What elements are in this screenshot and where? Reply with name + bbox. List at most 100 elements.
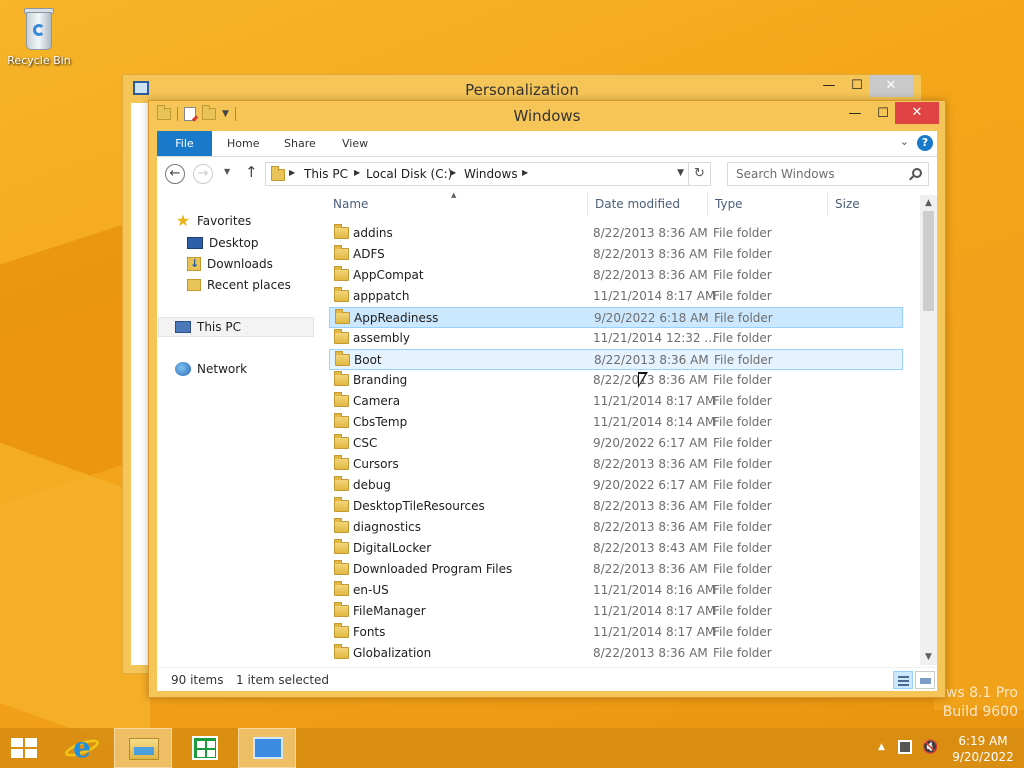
breadcrumb-separator-icon[interactable]: ▶ [354, 168, 360, 177]
file-date: 9/20/2022 6:18 AM [594, 311, 709, 325]
close-button[interactable]: ✕ [869, 75, 913, 97]
table-row[interactable]: AppCompat 8/22/2013 8:36 AM File folder [329, 265, 903, 286]
search-icon[interactable] [912, 168, 922, 178]
table-row[interactable]: Cursors 8/22/2013 8:36 AM File folder [329, 454, 903, 475]
file-type: File folder [713, 562, 772, 576]
address-field[interactable]: ▶ This PC ▶ Local Disk (C:) ▶ Windows ▶ … [265, 162, 689, 186]
taskbar-store[interactable] [176, 728, 234, 768]
show-hidden-icons-chevron-icon[interactable]: ▲ [878, 742, 885, 752]
recycle-bin-label: Recycle Bin [7, 54, 71, 67]
tab-view[interactable]: View [342, 131, 368, 156]
file-name: apppatch [353, 289, 410, 303]
table-row[interactable]: debug 9/20/2022 6:17 AM File folder [329, 475, 903, 496]
forward-button[interactable]: → [193, 164, 213, 184]
column-divider[interactable] [827, 193, 828, 215]
refresh-button[interactable]: ↻ [689, 162, 711, 186]
nav-favorites[interactable]: ★ Favorites [175, 211, 251, 231]
taskbar-file-explorer[interactable] [114, 728, 172, 768]
table-row[interactable]: Fonts 11/21/2014 8:17 AM File folder [329, 622, 903, 643]
explorer-window[interactable]: ▼ Windows — ☐ ✕ File Home Share View ⌄ ?… [148, 100, 946, 698]
table-row[interactable]: Branding 8/22/2013 8:36 AM File folder [329, 370, 903, 391]
nav-desktop[interactable]: Desktop [187, 233, 259, 253]
taskbar-personalization[interactable] [238, 728, 296, 768]
file-type: File folder [713, 520, 772, 534]
file-name: AppReadiness [354, 311, 439, 325]
recycle-bin-icon [22, 6, 56, 52]
file-type: File folder [713, 478, 772, 492]
breadcrumb-separator-icon[interactable]: ▶ [522, 168, 528, 177]
tab-file[interactable]: File [157, 131, 212, 156]
search-box[interactable] [727, 162, 929, 186]
nav-recent-places[interactable]: Recent places [187, 275, 291, 295]
up-button[interactable]: ↑ [245, 163, 258, 181]
details-view-button[interactable] [893, 671, 913, 689]
table-row[interactable]: apppatch 11/21/2014 8:17 AM File folder [329, 286, 903, 307]
personalization-titlebar[interactable]: Personalization — ☐ ✕ [123, 75, 921, 103]
tab-share[interactable]: Share [284, 131, 316, 156]
address-dropdown-chevron-icon[interactable]: ▼ [677, 168, 684, 178]
breadcrumb-local-disk[interactable]: Local Disk (C:) [366, 167, 452, 181]
file-date: 11/21/2014 8:16 AM [593, 583, 716, 597]
table-row[interactable]: diagnostics 8/22/2013 8:36 AM File folder [329, 517, 903, 538]
nav-network[interactable]: Network [175, 359, 247, 379]
file-name: CbsTemp [353, 415, 408, 429]
column-divider[interactable] [587, 193, 588, 215]
file-explorer-icon [129, 738, 159, 760]
table-row[interactable]: Camera 11/21/2014 8:17 AM File folder [329, 391, 903, 412]
recent-locations-chevron-icon[interactable]: ▼ [224, 167, 230, 176]
help-icon[interactable]: ? [917, 135, 933, 151]
back-button[interactable]: ← [165, 164, 185, 184]
file-list: ▲ Name Date modified Type Size addins 8/2… [329, 191, 937, 667]
scrollbar-thumb[interactable] [923, 211, 934, 311]
taskbar-internet-explorer[interactable]: e [52, 728, 110, 768]
column-header-size[interactable]: Size [835, 197, 860, 211]
network-status-icon[interactable] [898, 740, 912, 754]
nav-downloads[interactable]: Downloads [187, 254, 273, 274]
column-header-date-modified[interactable]: Date modified [595, 197, 680, 211]
table-row[interactable]: en-US 11/21/2014 8:16 AM File folder [329, 580, 903, 601]
table-row[interactable]: addins 8/22/2013 8:36 AM File folder [329, 223, 903, 244]
folder-icon [334, 518, 349, 533]
start-button[interactable] [0, 728, 58, 768]
file-name: Downloaded Program Files [353, 562, 513, 576]
table-row-hovered[interactable]: Boot 8/22/2013 8:36 AM File folder [329, 349, 903, 370]
table-row[interactable]: FileManager 11/21/2014 8:17 AM File folder [329, 601, 903, 622]
vertical-scrollbar[interactable]: ▲ ▼ [920, 195, 937, 665]
scroll-down-arrow-icon[interactable]: ▼ [920, 649, 937, 665]
file-name: assembly [353, 331, 410, 345]
clock[interactable]: 6:19 AM 9/20/2022 [948, 733, 1018, 765]
large-icons-view-button[interactable] [915, 671, 935, 689]
table-row[interactable]: DigitalLocker 8/22/2013 8:43 AM File folde… [329, 538, 903, 559]
close-button[interactable]: ✕ [895, 102, 939, 124]
scroll-up-arrow-icon[interactable]: ▲ [920, 195, 937, 211]
nav-label: This PC [197, 320, 241, 334]
file-type: File folder [714, 311, 773, 325]
expand-ribbon-chevron-icon[interactable]: ⌄ [900, 135, 909, 148]
breadcrumb-this-pc[interactable]: This PC [304, 167, 348, 181]
table-row[interactable]: Downloaded Program Files 8/22/2013 8:36 A… [329, 559, 903, 580]
desktop-icon-recycle-bin[interactable]: Recycle Bin [6, 6, 72, 67]
breadcrumb-windows[interactable]: Windows [464, 167, 518, 181]
table-row[interactable]: ADFS 8/22/2013 8:36 AM File folder [329, 244, 903, 265]
volume-muted-icon[interactable]: 🔇 [922, 740, 938, 755]
search-input[interactable] [736, 167, 906, 181]
explorer-titlebar[interactable]: ▼ Windows — ☐ ✕ [149, 101, 945, 131]
table-row[interactable]: assembly 11/21/2014 12:32 ... File folder [329, 328, 903, 349]
column-header-type[interactable]: Type [715, 197, 743, 211]
breadcrumb-separator-icon[interactable]: ▶ [450, 168, 456, 177]
file-date: 8/22/2013 8:36 AM [593, 373, 708, 387]
folder-icon [335, 351, 350, 366]
breadcrumb-separator-icon[interactable]: ▶ [289, 168, 295, 177]
folder-icon [334, 224, 349, 239]
table-row[interactable]: CSC 9/20/2022 6:17 AM File folder [329, 433, 903, 454]
table-row[interactable]: Globalization 8/22/2013 8:36 AM File folde… [329, 643, 903, 664]
column-divider[interactable] [707, 193, 708, 215]
table-row-selected[interactable]: AppReadiness 9/20/2022 6:18 AM File folder [329, 307, 903, 328]
table-row[interactable]: CbsTemp 11/21/2014 8:14 AM File folder [329, 412, 903, 433]
file-date: 8/22/2013 8:36 AM [593, 646, 708, 660]
table-row[interactable]: DesktopTileResources 8/22/2013 8:36 AM Fil… [329, 496, 903, 517]
column-header-name[interactable]: Name [333, 197, 368, 211]
tab-home[interactable]: Home [227, 131, 259, 156]
watermark-edition: ws 8.1 Pro [945, 685, 1018, 701]
nav-this-pc[interactable]: This PC [158, 317, 314, 337]
